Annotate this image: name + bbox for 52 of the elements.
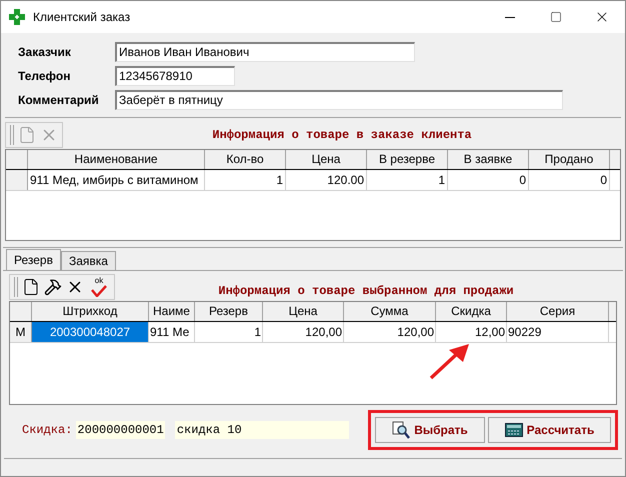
field-label: Телефон <box>18 68 72 85</box>
table-cell: 120,00 <box>263 322 344 342</box>
maximize-icon <box>550 11 562 23</box>
panel-title: Информация о товаре выбранном для продажи <box>217 283 515 300</box>
window-title: Клиентский заказ <box>33 9 130 26</box>
column-header[interactable]: Наименование <box>28 150 205 169</box>
table-cell: 200300048027 <box>32 322 149 342</box>
text-field[interactable]: Иванов Иван Иванович <box>115 42 415 62</box>
hammer-icon[interactable] <box>44 278 62 296</box>
table-cell: 911 Ме <box>149 322 195 342</box>
column-header[interactable]: Штрихкод <box>32 302 149 321</box>
minimize-icon <box>505 16 515 18</box>
app-icon <box>9 9 25 25</box>
table-cell: 120,00 <box>344 322 436 342</box>
panel-title: Информация о товаре в заказе клиента <box>211 127 473 144</box>
magnifier-icon <box>392 421 410 439</box>
table-cell: 0 <box>529 170 610 190</box>
table-cell: 1 <box>205 170 286 190</box>
discount-label: Скидка: <box>22 422 72 439</box>
column-header[interactable]: В заявке <box>448 150 529 169</box>
field-label: Заказчик <box>18 44 72 61</box>
text-field[interactable]: 12345678910 <box>115 66 235 86</box>
tab[interactable]: Резерв <box>6 249 61 271</box>
arrow-drawing <box>429 344 471 380</box>
calculate-button[interactable]: Рассчитать <box>488 417 611 443</box>
table-cell: 0 <box>448 170 529 190</box>
text-field[interactable]: Заберёт в пятницу <box>115 90 563 110</box>
select-button[interactable]: Выбрать <box>375 417 485 443</box>
tab[interactable]: Заявка <box>60 251 116 270</box>
column-header[interactable]: Цена <box>286 150 367 169</box>
table-cell: 12,00 <box>436 322 507 342</box>
column-header[interactable]: Скидка <box>436 302 507 321</box>
column-header[interactable]: В резерве <box>367 150 448 169</box>
discount-name: скидка 10 <box>174 421 349 439</box>
discount-code: 200000000001 <box>76 421 165 439</box>
field-label: Комментарий <box>18 92 100 109</box>
confirm-button[interactable]: ok <box>88 276 110 298</box>
table-cell: 120.00 <box>286 170 367 190</box>
column-header[interactable]: Серия <box>507 302 609 321</box>
column-header[interactable]: Кол-во <box>205 150 286 169</box>
column-header[interactable]: Цена <box>263 302 344 321</box>
table-cell: 1 <box>195 322 263 342</box>
row-indicator: M <box>10 322 32 342</box>
calculator-icon <box>504 423 523 437</box>
table-cell: 911 Мед, имбирь с витамином <box>28 170 205 190</box>
column-header[interactable]: Наиме <box>149 302 195 321</box>
column-header[interactable]: Продано <box>529 150 610 169</box>
column-header[interactable]: Резерв <box>195 302 263 321</box>
table-cell: 90229 <box>507 322 609 342</box>
column-header[interactable]: Сумма <box>344 302 436 321</box>
table-cell: 1 <box>367 170 448 190</box>
new-document-icon[interactable] <box>22 278 40 296</box>
